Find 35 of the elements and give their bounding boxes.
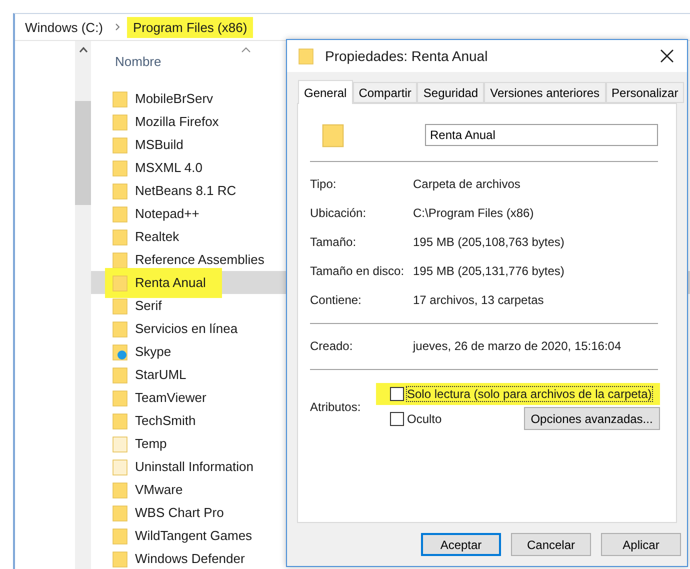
property-label: Tamaño: — [310, 234, 358, 248]
file-name: Realtek — [135, 229, 180, 244]
file-name: Mozilla Firefox — [135, 114, 219, 129]
file-name: NetBeans 8.1 RC — [135, 183, 236, 198]
property-label: Contiene: — [310, 292, 362, 306]
attributes-label: Atributos: — [310, 400, 362, 414]
property-label: Ubicación: — [310, 206, 368, 220]
file-name: Windows Defender — [135, 551, 245, 566]
property-value: Carpeta de archivos — [413, 176, 520, 190]
file-name: TechSmith — [135, 413, 196, 428]
property-value: 195 MB (205,131,776 bytes) — [413, 264, 564, 278]
file-name: MobileBrServ — [135, 91, 214, 106]
file-name: MSXML 4.0 — [135, 160, 202, 175]
property-value: 195 MB (205,108,763 bytes) — [413, 234, 564, 248]
dialog-title: Propiedades: Renta Anual — [325, 48, 489, 64]
file-name: Reference Assemblies — [135, 252, 264, 267]
file-name: VMware — [135, 482, 183, 497]
file-name: Uninstall Information — [135, 459, 254, 474]
file-name: StarUML — [135, 367, 186, 382]
property-label: Tamaño en disco: — [310, 264, 406, 278]
file-name: WBS Chart Pro — [135, 505, 224, 520]
file-name: MSBuild — [135, 137, 184, 152]
property-label: Creado: — [310, 338, 354, 352]
file-name: Skype — [135, 344, 172, 359]
property-value: C:\Program Files (x86) — [413, 206, 534, 220]
property-value: jueves, 26 de marzo de 2020, 15:16:04 — [413, 338, 622, 352]
file-name: Temp — [135, 436, 167, 451]
file-name: Serif — [135, 298, 162, 313]
file-name: TeamViewer — [135, 390, 206, 405]
file-name: Servicios en línea — [135, 321, 238, 336]
file-name: WildTangent Games — [135, 528, 252, 543]
file-name: Renta Anual — [135, 275, 206, 290]
property-value: 17 archivos, 13 carpetas — [413, 292, 544, 306]
property-label: Tipo: — [310, 176, 338, 190]
file-name: Notepad++ — [135, 206, 200, 221]
